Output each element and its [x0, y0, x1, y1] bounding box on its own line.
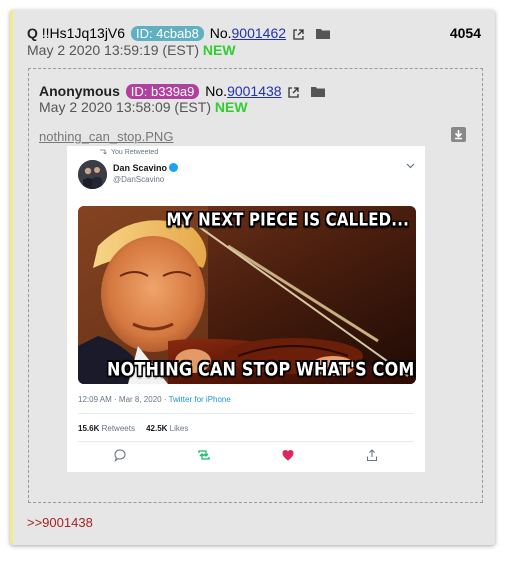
- post-date: May 2 2020 13:59:19 (EST) NEW: [27, 42, 236, 58]
- backlink-reference[interactable]: >>9001438: [27, 515, 93, 530]
- retweet-line-text: You Retweeted: [111, 149, 159, 156]
- reply-icon: [113, 448, 129, 462]
- avatar: [78, 160, 107, 189]
- retweets-count: 15.6K: [78, 424, 100, 433]
- post-count: 4054: [449, 25, 481, 41]
- likes-label: Likes: [169, 424, 189, 433]
- quoted-post: Anonymous ID: b339a9 No.9001438 May 2 20…: [28, 68, 483, 503]
- attachment-filename-link[interactable]: nothing_can_stop.PNG: [39, 129, 173, 144]
- divider: [78, 413, 414, 414]
- chevron-down-icon: [406, 161, 415, 171]
- retweets-label: Retweets: [101, 424, 135, 433]
- meme-image: MY NEXT PIECE IS CALLED... NOTHING CAN S…: [78, 206, 416, 384]
- tweet-timestamp: 12:09 AM · Mar 8, 2020 · Twitter for iPh…: [78, 395, 231, 404]
- quoted-poster-name: Anonymous: [39, 83, 120, 99]
- tweet-display-name: Dan Scavino: [113, 163, 179, 173]
- poster-id-badge[interactable]: ID: 4cbab8: [130, 26, 204, 41]
- attached-tweet-image[interactable]: You Retweeted Dan Scavino @DanScavino MY…: [67, 146, 425, 472]
- tweet-source: Twitter for iPhone: [168, 395, 231, 404]
- verified-icon: [169, 163, 179, 172]
- meme-bottom-caption: NOTHING CAN STOP WHAT'S COMING.: [107, 357, 416, 380]
- tweet-timestamp-text: 12:09 AM · Mar 8, 2020 ·: [78, 395, 169, 404]
- post-date-text: May 2 2020 13:59:19 (EST): [27, 42, 199, 58]
- tweet-handle: @DanScavino: [113, 175, 165, 184]
- poster-tripcode: !!Hs1Jq13jV6: [41, 25, 126, 41]
- likes-count: 42.5K: [146, 424, 168, 433]
- new-badge: NEW: [202, 42, 236, 58]
- post-container: Q !!Hs1Jq13jV6 ID: 4cbab8 No.9001462 405…: [10, 10, 495, 545]
- quoted-post-date: May 2 2020 13:58:09 (EST) NEW: [39, 99, 248, 115]
- tweet-display-name-text: Dan Scavino: [113, 163, 168, 173]
- retweet-icon: [197, 448, 213, 462]
- meme-top-caption: MY NEXT PIECE IS CALLED...: [166, 209, 409, 231]
- quoted-number-prefix: No.: [205, 83, 228, 99]
- quoted-id-badge[interactable]: ID: b339a9: [125, 84, 200, 99]
- retweet-line: You Retweeted: [99, 149, 158, 156]
- share-icon: [365, 448, 381, 462]
- like-icon: [281, 448, 297, 462]
- folder-icon[interactable]: [311, 84, 326, 100]
- poster-name: Q: [27, 25, 38, 41]
- external-link-icon[interactable]: [293, 27, 304, 43]
- retweet-small-icon: [100, 149, 107, 155]
- post-number-link[interactable]: 9001462: [232, 25, 287, 41]
- divider: [78, 441, 414, 442]
- download-icon[interactable]: [451, 127, 466, 142]
- quoted-date-text: May 2 2020 13:58:09 (EST): [39, 99, 211, 115]
- quoted-new-badge: NEW: [214, 99, 248, 115]
- post-header: Q !!Hs1Jq13jV6 ID: 4cbab8 No.9001462: [27, 25, 330, 43]
- quoted-number-link[interactable]: 9001438: [227, 83, 282, 99]
- external-link-icon[interactable]: [288, 85, 300, 101]
- post-number-prefix: No.: [209, 25, 232, 41]
- folder-icon[interactable]: [315, 26, 330, 42]
- tweet-stats: 15.6K Retweets 42.5K Likes: [78, 424, 188, 433]
